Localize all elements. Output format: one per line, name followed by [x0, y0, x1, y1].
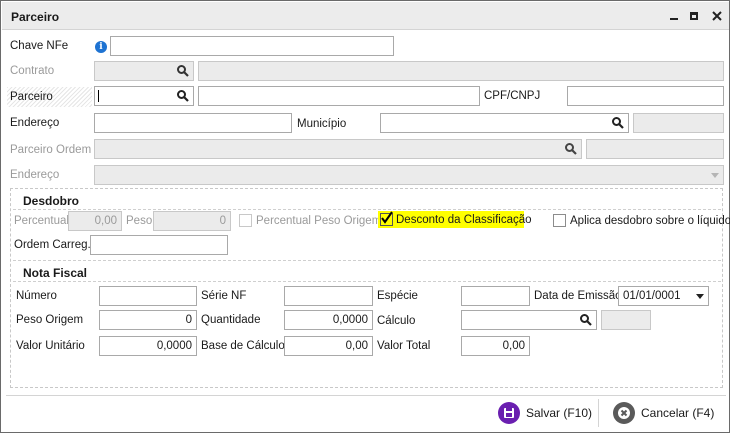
- close-icon: [712, 11, 722, 21]
- minimize-icon: [670, 18, 678, 20]
- data-emissao-picker[interactable]: 01/01/0001: [618, 286, 709, 306]
- calculo-input[interactable]: [461, 310, 597, 330]
- title-bar: Parceiro: [2, 2, 729, 30]
- desconto-classificacao-label[interactable]: Desconto da Classificação: [396, 214, 532, 226]
- minimize-button[interactable]: [666, 8, 682, 24]
- ordem-carreg-input[interactable]: [90, 235, 228, 255]
- search-icon[interactable]: [579, 313, 593, 327]
- contrato-description: [198, 61, 724, 81]
- checkmark-icon: [381, 211, 393, 224]
- peso-origem-input[interactable]: 0: [99, 310, 197, 330]
- calculo-extra: [601, 310, 651, 330]
- nota-fiscal-title: Nota Fiscal: [23, 266, 88, 280]
- save-icon: [498, 402, 520, 424]
- aplica-desdobro-checkbox[interactable]: [553, 214, 566, 227]
- cancel-button[interactable]: Cancelar (F4): [613, 397, 714, 429]
- chave-nfe-label: Chave NFe: [10, 40, 69, 52]
- parceiro-input[interactable]: [94, 86, 194, 106]
- parceiro-dialog: Parceiro Chave NFe i Contrato Parceiro C…: [0, 0, 730, 433]
- peso-origem-label: Peso Origem: [16, 314, 84, 326]
- municipio-uf: [633, 113, 724, 133]
- endereco-ordem-label: Endereço: [10, 169, 60, 181]
- search-icon: [176, 64, 190, 78]
- text-caret: [98, 90, 99, 102]
- endereco-ordem-select: [94, 165, 724, 185]
- parceiro-label: Parceiro: [10, 91, 53, 103]
- base-calculo-label: Base de Cálculo: [201, 340, 285, 352]
- search-icon[interactable]: [611, 116, 625, 130]
- contrato-input: [94, 61, 194, 81]
- numero-label: Número: [16, 290, 57, 302]
- valor-unitario-label: Valor Unitário: [16, 340, 85, 352]
- footer-separator: [598, 399, 599, 427]
- endereco-label: Endereço: [10, 117, 60, 129]
- dialog-title: Parceiro: [11, 10, 60, 24]
- serie-nf-label: Série NF: [201, 290, 247, 302]
- search-icon: [564, 142, 578, 156]
- peso-label: Peso: [126, 215, 153, 227]
- quantidade-input[interactable]: 0,0000: [284, 310, 373, 330]
- cpf-cnpj-input[interactable]: [567, 86, 724, 106]
- close-button[interactable]: [709, 8, 725, 24]
- municipio-label: Município: [297, 118, 347, 130]
- valor-total-input[interactable]: 0,00: [461, 336, 530, 356]
- chevron-down-icon[interactable]: [696, 294, 704, 299]
- percentual-label: Percentual: [14, 215, 69, 227]
- search-icon[interactable]: [176, 89, 190, 103]
- maximize-icon: [690, 12, 698, 20]
- aplica-desdobro-label[interactable]: Aplica desdobro sobre o líquido: [570, 215, 730, 227]
- peso-input: 0: [153, 211, 231, 231]
- parceiro-description[interactable]: [198, 86, 480, 106]
- contrato-label: Contrato: [10, 65, 55, 77]
- endereco-input[interactable]: [94, 113, 292, 133]
- valor-unitario-input[interactable]: 0,0000: [99, 336, 197, 356]
- chevron-down-icon: [711, 173, 719, 178]
- save-button[interactable]: Salvar (F10): [498, 397, 592, 429]
- maximize-button[interactable]: [686, 8, 702, 24]
- section-divider: [13, 260, 721, 261]
- desdobro-divider: [13, 209, 721, 210]
- percentual-peso-origem-checkbox: [239, 214, 252, 227]
- desconto-classificacao-checkbox[interactable]: [380, 211, 393, 226]
- data-emissao-label: Data de Emissão: [534, 290, 622, 302]
- calculo-label: Cálculo: [377, 315, 416, 327]
- especie-input[interactable]: [461, 286, 530, 306]
- save-label: Salvar (F10): [526, 406, 593, 420]
- percentual-peso-origem-label: Percentual Peso Origem: [256, 215, 382, 227]
- quantidade-label: Quantidade: [201, 314, 261, 326]
- parceiro-ordem-description: [586, 139, 724, 159]
- cancel-icon: [613, 402, 635, 424]
- cancel-label: Cancelar (F4): [641, 406, 715, 420]
- valor-total-label: Valor Total: [377, 340, 431, 352]
- percentual-input: 0,00: [68, 211, 122, 231]
- chave-nfe-input[interactable]: [110, 36, 394, 56]
- desdobro-title: Desdobro: [23, 194, 80, 208]
- base-calculo-input[interactable]: 0,00: [284, 336, 373, 356]
- parceiro-ordem-input: [94, 139, 582, 159]
- numero-input[interactable]: [99, 286, 197, 306]
- serie-nf-input[interactable]: [284, 286, 373, 306]
- data-emissao-value: 01/01/0001: [623, 290, 681, 302]
- ordem-carreg-label: Ordem Carreg.: [14, 239, 91, 251]
- municipio-input[interactable]: [380, 113, 629, 133]
- parceiro-ordem-label: Parceiro Ordem: [10, 144, 92, 156]
- footer-divider: [6, 395, 726, 396]
- especie-label: Espécie: [377, 290, 418, 302]
- nota-fiscal-divider: [13, 281, 721, 282]
- cpf-cnpj-label: CPF/CNPJ: [484, 90, 541, 102]
- info-icon[interactable]: i: [95, 41, 107, 53]
